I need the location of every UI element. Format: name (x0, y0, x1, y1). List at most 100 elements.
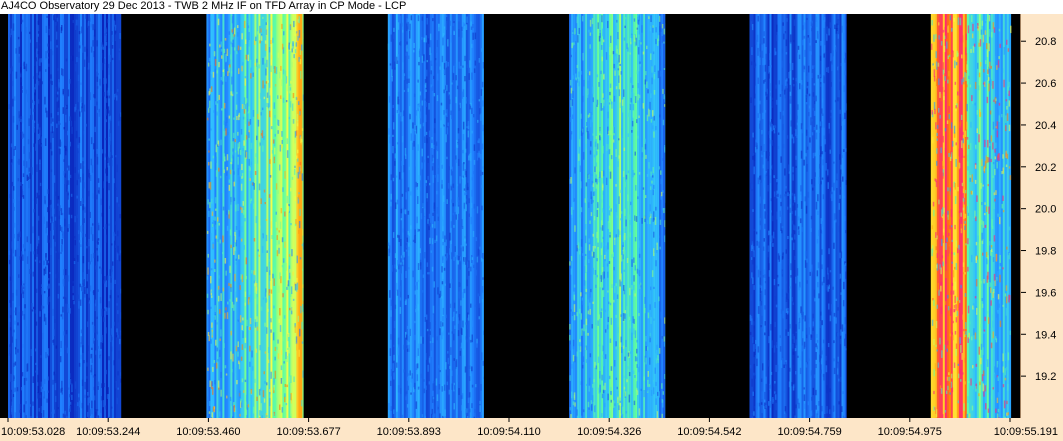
noise-speckle (1008, 226, 1011, 231)
noise-speckle (988, 15, 991, 22)
noise-speckle (432, 305, 435, 314)
noise-speckle (109, 269, 111, 277)
noise-speckle (479, 405, 481, 412)
noise-speckle (402, 259, 405, 265)
noise-speckle (451, 331, 453, 334)
spectrogram-column (268, 14, 271, 418)
noise-speckle (239, 280, 241, 283)
noise-speckle (987, 139, 989, 148)
noise-speckle (55, 251, 57, 254)
noise-speckle (291, 48, 293, 53)
noise-speckle (475, 237, 478, 242)
noise-speckle (240, 399, 242, 403)
noise-speckle (71, 394, 73, 400)
noise-speckle (462, 246, 464, 252)
noise-speckle (947, 294, 949, 299)
noise-speckle (996, 161, 998, 169)
noise-speckle (608, 261, 611, 264)
noise-speckle (35, 321, 38, 326)
noise-speckle (1008, 81, 1010, 88)
noise-speckle (1002, 154, 1004, 159)
noise-speckle (231, 76, 233, 85)
noise-speckle (968, 380, 970, 384)
noise-speckle (399, 267, 401, 275)
noise-speckle (589, 32, 592, 36)
noise-speckle (791, 134, 793, 139)
noise-speckle (269, 281, 272, 289)
noise-speckle (414, 290, 416, 295)
noise-speckle (234, 373, 237, 377)
noise-speckle (791, 62, 794, 71)
noise-speckle (765, 237, 768, 242)
noise-speckle (616, 294, 619, 299)
noise-speckle (105, 41, 108, 46)
noise-speckle (953, 18, 955, 22)
noise-speckle (845, 271, 847, 279)
noise-speckle (77, 294, 79, 299)
noise-speckle (785, 308, 788, 313)
noise-speckle (818, 293, 820, 299)
noise-speckle (638, 240, 640, 248)
noise-speckle (241, 238, 243, 242)
noise-speckle (475, 384, 477, 388)
noise-speckle (117, 314, 119, 323)
noise-speckle (959, 203, 961, 209)
noise-speckle (460, 300, 462, 306)
noise-speckle (109, 54, 111, 62)
noise-speckle (754, 375, 756, 379)
spectrogram-column (449, 14, 453, 418)
noise-speckle (251, 366, 254, 371)
noise-speckle (961, 353, 963, 360)
noise-speckle (812, 92, 815, 97)
noise-speckle (633, 328, 635, 335)
noise-speckle (249, 345, 251, 352)
noise-speckle (934, 108, 936, 115)
noise-speckle (999, 320, 1002, 327)
noise-speckle (994, 374, 996, 379)
noise-speckle (221, 186, 224, 193)
noise-speckle (266, 327, 268, 334)
noise-speckle (52, 340, 54, 343)
noise-speckle (589, 308, 591, 315)
noise-speckle (587, 401, 590, 408)
noise-speckle (455, 75, 457, 81)
noise-speckle (260, 306, 263, 311)
noise-speckle (619, 102, 622, 108)
noise-speckle (68, 373, 71, 378)
noise-speckle (214, 216, 216, 221)
noise-speckle (96, 156, 99, 165)
noise-speckle (936, 58, 938, 62)
noise-speckle (822, 194, 825, 200)
noise-speckle (74, 240, 76, 246)
noise-speckle (609, 338, 612, 343)
spectrogram-column (48, 14, 51, 418)
noise-speckle (994, 198, 996, 202)
noise-speckle (239, 285, 241, 290)
noise-speckle (20, 78, 22, 85)
noise-speckle (426, 193, 428, 199)
noise-speckle (577, 35, 579, 43)
noise-speckle (600, 103, 602, 111)
noise-speckle (591, 29, 594, 35)
noise-speckle (753, 357, 755, 364)
noise-speckle (793, 127, 796, 131)
noise-speckle (764, 289, 766, 296)
noise-speckle (964, 189, 967, 194)
noise-speckle (600, 134, 602, 138)
noise-speckle (77, 150, 79, 154)
noise-speckle (442, 33, 445, 37)
noise-speckle (82, 204, 84, 211)
chart-title: AJ4CO Observatory 29 Dec 2013 - TWB 2 MH… (1, 0, 407, 12)
noise-speckle (258, 389, 261, 396)
noise-speckle (996, 121, 999, 130)
noise-speckle (301, 341, 304, 344)
noise-speckle (982, 213, 984, 221)
noise-speckle (117, 121, 120, 126)
noise-speckle (586, 122, 588, 126)
noise-speckle (68, 207, 70, 215)
noise-speckle (618, 155, 620, 159)
noise-speckle (950, 150, 952, 155)
noise-speckle (810, 228, 812, 233)
noise-speckle (810, 215, 813, 220)
noise-speckle (15, 48, 17, 54)
